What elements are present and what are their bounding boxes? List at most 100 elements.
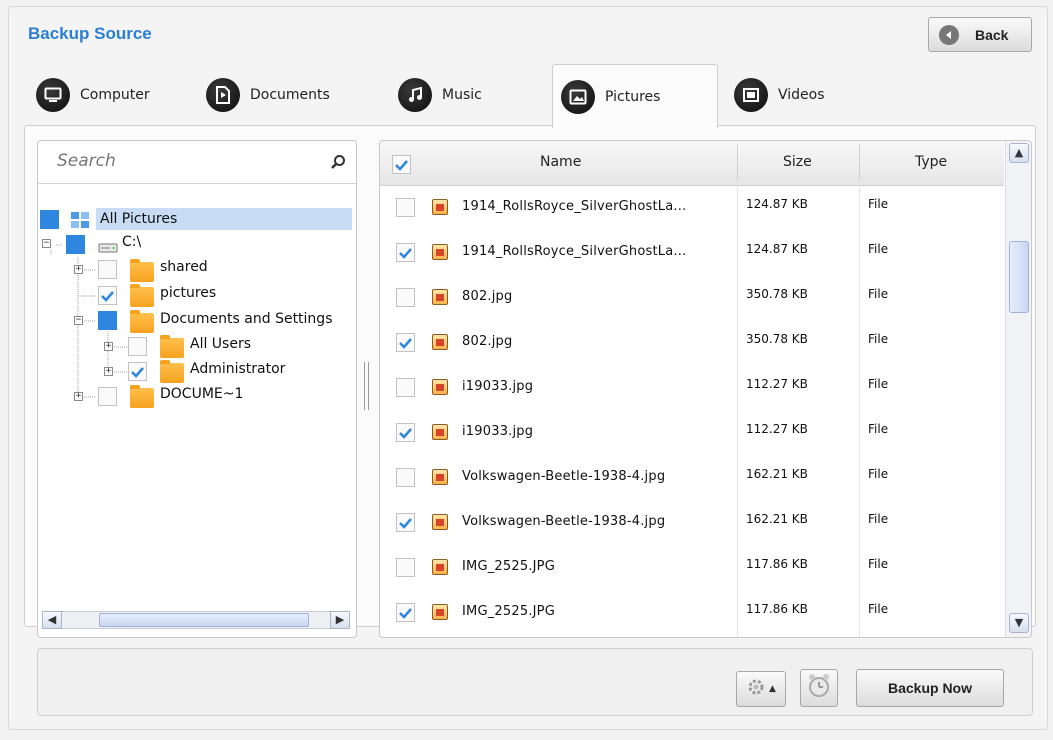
drive-icon — [98, 239, 118, 258]
table-row[interactable]: 802.jpg 350.78 KB File — [380, 275, 1004, 320]
panel-splitter[interactable] — [364, 362, 369, 410]
table-row[interactable]: i19033.jpg 112.27 KB File — [380, 365, 1004, 410]
backup-now-button[interactable]: Backup Now — [856, 669, 1004, 707]
folder-tree-panel: Search All Pictures − C:\ + shared pictu… — [37, 140, 357, 638]
table-row[interactable]: IMG_2525.JPG 117.86 KB File — [380, 545, 1004, 590]
file-type: File — [868, 197, 889, 211]
table-row[interactable]: Volkswagen-Beetle-1938-4.jpg 162.21 KB Fil… — [380, 500, 1004, 545]
select-all-checkbox[interactable] — [392, 155, 411, 174]
tab-computer[interactable]: Computer — [28, 64, 178, 126]
back-button[interactable]: Back — [928, 17, 1032, 52]
image-file-icon — [432, 289, 448, 305]
row-checkbox[interactable] — [396, 378, 415, 397]
file-size: 162.21 KB — [746, 467, 808, 481]
row-checkbox[interactable] — [396, 333, 415, 352]
file-name: 802.jpg — [462, 289, 513, 304]
checkmark-icon — [399, 427, 412, 439]
file-size: 112.27 KB — [746, 422, 808, 436]
table-row[interactable]: 1914_RollsRoyce_SilverGhostLa... 124.87 K… — [380, 230, 1004, 275]
all-pictures-icon — [70, 211, 90, 229]
tree-checkbox-documents-and-settings[interactable] — [98, 311, 117, 330]
column-header-size[interactable]: Size — [783, 154, 812, 170]
tab-label: Documents — [250, 87, 330, 103]
tree-label-shared[interactable]: shared — [160, 259, 208, 275]
tree-label-c-drive[interactable]: C:\ — [122, 234, 141, 250]
file-type: File — [868, 242, 889, 256]
table-row[interactable]: 802.jpg 350.78 KB File — [380, 320, 1004, 365]
column-divider[interactable] — [737, 145, 738, 181]
tab-music[interactable]: Music — [390, 64, 520, 126]
file-size: 112.27 KB — [746, 377, 808, 391]
music-note-icon — [398, 78, 432, 112]
column-header-type[interactable]: Type — [915, 154, 947, 170]
tree-label-documents-and-settings[interactable]: Documents and Settings — [160, 311, 332, 327]
tree-checkbox-all-users[interactable] — [128, 337, 147, 356]
tab-label: Pictures — [605, 88, 661, 105]
table-row[interactable]: i19033.jpg 112.27 KB File — [380, 410, 1004, 455]
tab-documents[interactable]: Documents — [198, 64, 368, 126]
file-type: File — [868, 512, 889, 526]
table-row[interactable]: 1914_RollsRoyce_SilverGhostLa... 124.87 K… — [380, 185, 1004, 230]
table-row[interactable]: Volkswagen-Beetle-1938-4.jpg 162.21 KB Fil… — [380, 455, 1004, 500]
column-header-name[interactable]: Name — [540, 154, 581, 170]
tree-expand-toggle[interactable]: + — [104, 342, 113, 351]
row-checkbox[interactable] — [396, 603, 415, 622]
tree-checkbox-shared[interactable] — [98, 260, 117, 279]
table-header: Name Size Type — [380, 141, 1004, 186]
scroll-right-icon[interactable]: ▶ — [330, 611, 350, 629]
page-title: Backup Source — [28, 24, 152, 43]
file-size: 162.21 KB — [746, 512, 808, 526]
tree-label-docume[interactable]: DOCUME~1 — [160, 386, 243, 402]
column-divider[interactable] — [859, 145, 860, 181]
row-checkbox[interactable] — [396, 288, 415, 307]
file-type: File — [868, 557, 889, 571]
schedule-button[interactable] — [800, 669, 838, 707]
tree-label-administrator[interactable]: Administrator — [190, 361, 285, 377]
file-list-panel: Name Size Type 1914_RollsRoyce_SilverGho… — [379, 140, 1032, 638]
settings-menu-button[interactable]: ▲ — [736, 671, 786, 707]
row-checkbox[interactable] — [396, 198, 415, 217]
tree-collapse-toggle[interactable]: − — [74, 316, 83, 325]
image-file-icon — [432, 424, 448, 440]
tree-expand-toggle[interactable]: + — [104, 367, 113, 376]
tree-collapse-toggle[interactable]: − — [42, 239, 51, 248]
file-type: File — [868, 602, 889, 616]
vertical-scroll-thumb[interactable] — [1009, 241, 1029, 313]
tree-checkbox-pictures[interactable] — [98, 286, 117, 305]
checkmark-icon — [101, 290, 114, 302]
tab-pictures[interactable]: Pictures — [552, 64, 718, 128]
tree-label-all-pictures[interactable]: All Pictures — [96, 208, 352, 230]
tree-checkbox-c-drive[interactable] — [66, 235, 85, 254]
backup-now-label: Backup Now — [887, 680, 972, 696]
scroll-down-icon[interactable]: ▼ — [1009, 613, 1029, 633]
file-type: File — [868, 287, 889, 301]
tree-label-pictures[interactable]: pictures — [160, 285, 216, 301]
tree-label-all-users[interactable]: All Users — [190, 336, 251, 352]
scroll-left-icon[interactable]: ◀ — [42, 611, 62, 629]
file-name: IMG_2525.JPG — [462, 604, 555, 619]
tree-checkbox-docume[interactable] — [98, 387, 117, 406]
row-checkbox[interactable] — [396, 243, 415, 262]
scroll-up-icon[interactable]: ▲ — [1009, 143, 1029, 163]
file-list-vertical-scrollbar[interactable]: ▲ ▼ — [1005, 141, 1031, 637]
file-size: 350.78 KB — [746, 332, 808, 346]
tab-videos[interactable]: Videos — [726, 64, 856, 126]
tree-expand-toggle[interactable]: + — [74, 265, 83, 274]
row-checkbox[interactable] — [396, 423, 415, 442]
table-row[interactable]: IMG_2525.JPG 117.86 KB File — [380, 590, 1004, 635]
image-file-icon — [432, 199, 448, 215]
image-file-icon — [432, 244, 448, 260]
tree-expand-toggle[interactable]: + — [74, 392, 83, 401]
tree-horizontal-scrollbar[interactable]: ◀ ▶ — [42, 611, 350, 629]
tree-checkbox-all-pictures[interactable] — [40, 210, 59, 229]
gear-icon — [746, 677, 766, 701]
file-name: 802.jpg — [462, 334, 513, 349]
image-file-icon — [432, 379, 448, 395]
tree-checkbox-administrator[interactable] — [128, 362, 147, 381]
horizontal-scroll-thumb[interactable] — [99, 613, 309, 627]
row-checkbox[interactable] — [396, 468, 415, 487]
folder-icon — [160, 360, 184, 383]
row-checkbox[interactable] — [396, 558, 415, 577]
checkmark-icon — [399, 607, 412, 619]
row-checkbox[interactable] — [396, 513, 415, 532]
